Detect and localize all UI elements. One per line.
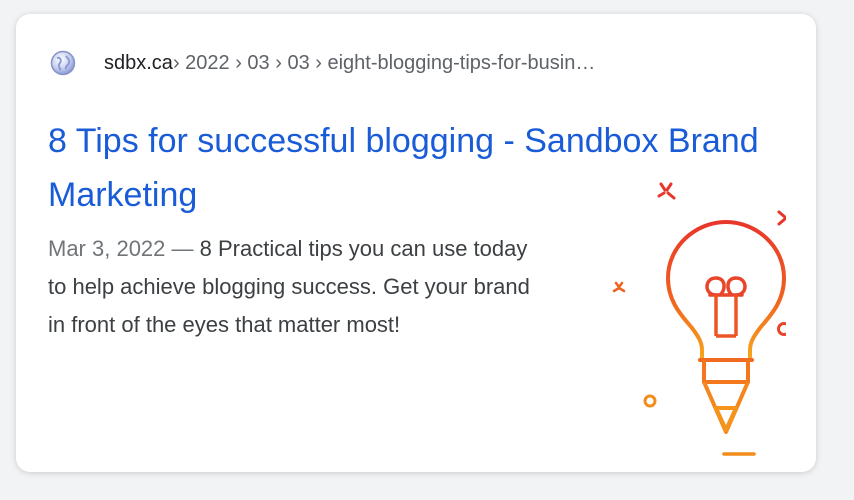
- globe-icon: [50, 50, 76, 76]
- result-thumbnail[interactable]: [586, 174, 791, 460]
- date-separator: —: [165, 236, 200, 261]
- lightbulb-pen-icon: [604, 182, 791, 456]
- result-domain: sdbx.ca: [104, 51, 173, 74]
- result-breadcrumb-path: › 2022 › 03 › 03 › eight-blogging-tips-f…: [172, 51, 596, 74]
- result-url-row[interactable]: sdbx.ca › 2022 › 03 › 03 › eight-bloggin…: [50, 50, 595, 76]
- result-date: Mar 3, 2022: [48, 236, 166, 261]
- result-snippet: Mar 3, 2022 — 8 Practical tips you can u…: [48, 230, 548, 344]
- search-result-card: sdbx.ca › 2022 › 03 › 03 › eight-bloggin…: [16, 14, 816, 472]
